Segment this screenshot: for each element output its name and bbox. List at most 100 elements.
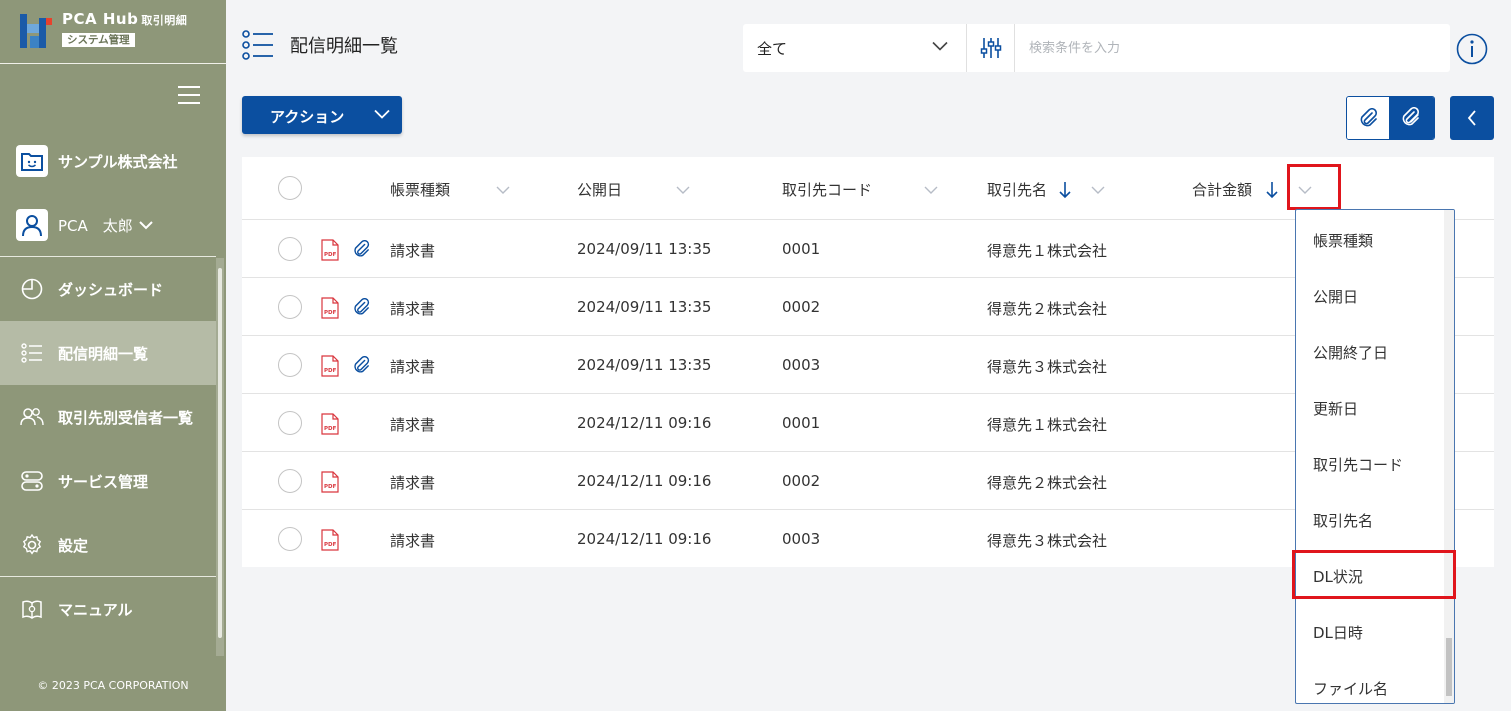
- dashboard-icon: [20, 277, 44, 301]
- dropdown-item[interactable]: 公開終了日: [1296, 324, 1444, 380]
- chevron-down-icon[interactable]: [496, 186, 510, 194]
- sidebar-item-delivery-list[interactable]: 配信明細一覧: [0, 321, 216, 385]
- company-selector[interactable]: サンプル株式会社: [16, 144, 178, 178]
- pdf-icon[interactable]: PDF: [321, 239, 339, 261]
- chevron-down-icon: [139, 221, 153, 230]
- logo[interactable]: PCA Hub 取引明細 システム管理: [0, 0, 226, 64]
- cell-code: 0002: [782, 298, 821, 316]
- info-icon[interactable]: [1456, 33, 1488, 65]
- cell-date: 2024/12/11 09:16: [577, 530, 712, 548]
- cell-type: 請求書: [390, 358, 436, 376]
- dropdown-item[interactable]: 帳票種類: [1296, 212, 1444, 268]
- arrow-down-icon[interactable]: [1059, 181, 1071, 199]
- attachment-toggle-button[interactable]: [1347, 97, 1389, 139]
- filter-settings-button[interactable]: [967, 24, 1015, 72]
- service-icon: [20, 469, 44, 493]
- logo-title: PCA Hub 取引明細: [62, 10, 188, 28]
- user-avatar-icon: [16, 209, 48, 241]
- sidebar-item-manual[interactable]: マニュアル: [0, 577, 216, 641]
- manual-icon: [20, 597, 44, 621]
- arrow-down-icon[interactable]: [1266, 181, 1278, 199]
- page-title: 配信明細一覧: [290, 36, 398, 57]
- row-checkbox[interactable]: [278, 353, 302, 377]
- pdf-icon[interactable]: PDF: [321, 471, 339, 493]
- chevron-left-icon: [1467, 110, 1476, 126]
- cell-code: 0003: [782, 530, 821, 548]
- chevron-down-icon: [932, 41, 948, 51]
- cell-type: 請求書: [390, 300, 436, 318]
- dropdown-item[interactable]: 取引先コード: [1296, 436, 1444, 492]
- sidebar-item-settings[interactable]: 設定: [0, 513, 216, 577]
- cell-type: 請求書: [390, 474, 436, 492]
- highlight-dl-status: [1292, 550, 1456, 599]
- column-header-label: 取引先コード: [782, 181, 873, 199]
- pdf-icon[interactable]: PDF: [321, 355, 339, 377]
- cell-date: 2024/09/11 13:35: [577, 356, 712, 374]
- cell-date: 2024/12/11 09:16: [577, 472, 712, 490]
- dropdown-item[interactable]: 公開日: [1296, 268, 1444, 324]
- row-checkbox[interactable]: [278, 527, 302, 551]
- chevron-down-icon[interactable]: [924, 186, 938, 194]
- sidebar-item-dashboard[interactable]: ダッシュボード: [0, 257, 216, 321]
- action-button-label: アクション: [270, 108, 345, 126]
- sidebar-scrollbar-thumb[interactable]: [218, 268, 222, 638]
- dropdown-item[interactable]: ファイル名: [1296, 660, 1444, 703]
- dropdown-item[interactable]: DL日時: [1296, 604, 1444, 660]
- list-icon: [20, 341, 44, 365]
- column-header-code[interactable]: 取引先コード: [782, 179, 938, 200]
- column-header-name[interactable]: 取引先名: [987, 179, 1105, 200]
- sidebar-item-label: マニュアル: [58, 600, 133, 619]
- cell-type: 請求書: [390, 532, 436, 550]
- column-header-label: 取引先名: [987, 181, 1048, 199]
- row-checkbox[interactable]: [278, 237, 302, 261]
- company-folder-icon: [16, 145, 48, 177]
- svg-text:PDF: PDF: [324, 310, 337, 316]
- chevron-down-icon[interactable]: [1091, 186, 1105, 194]
- sidebar-item-service[interactable]: サービス管理: [0, 449, 216, 513]
- select-all-checkbox[interactable]: [278, 176, 302, 200]
- copyright: © 2023 PCA CORPORATION: [37, 679, 189, 692]
- column-header-date[interactable]: 公開日: [577, 179, 690, 200]
- collapse-panel-button[interactable]: [1450, 96, 1494, 140]
- dropdown-scrollbar[interactable]: [1444, 210, 1454, 703]
- chevron-down-icon: [374, 109, 390, 119]
- dropdown-scrollbar-thumb[interactable]: [1446, 638, 1452, 696]
- filter-select[interactable]: 全て: [743, 24, 967, 72]
- chevron-down-icon[interactable]: [676, 186, 690, 194]
- multi-attachment-toggle-button[interactable]: [1388, 97, 1434, 139]
- pdf-icon[interactable]: PDF: [321, 413, 339, 435]
- sidebar-item-label: 配信明細一覧: [58, 344, 149, 363]
- column-header-type[interactable]: 帳票種類: [390, 179, 510, 200]
- paperclip-icon[interactable]: [352, 240, 370, 258]
- logo-badge: システム管理: [62, 33, 135, 47]
- dropdown-item[interactable]: 更新日: [1296, 380, 1444, 436]
- pdf-icon[interactable]: PDF: [321, 297, 339, 319]
- row-checkbox[interactable]: [278, 469, 302, 493]
- dropdown-item[interactable]: 取引先名: [1296, 492, 1444, 548]
- sidebar-item-label: 取引先別受信者一覧: [58, 408, 194, 427]
- cell-code: 0003: [782, 356, 821, 374]
- row-checkbox[interactable]: [278, 411, 302, 435]
- cell-name: 得意先２株式会社: [987, 474, 1108, 492]
- paperclip-icon[interactable]: [352, 356, 370, 374]
- svg-text:PDF: PDF: [324, 426, 337, 432]
- svg-text:PDF: PDF: [324, 542, 337, 548]
- action-button[interactable]: アクション: [242, 96, 402, 134]
- cell-type: 請求書: [390, 416, 436, 434]
- sidebar-item-recipients[interactable]: 取引先別受信者一覧: [0, 385, 216, 449]
- sidebar-item-label: 設定: [58, 536, 89, 555]
- filter-selected-value: 全て: [757, 39, 788, 58]
- paperclip-multi-icon: [1402, 107, 1420, 126]
- paperclip-icon: [1360, 108, 1377, 127]
- column-header-label: 帳票種類: [390, 181, 451, 199]
- search-bar: 全て: [743, 24, 1450, 72]
- hamburger-menu-icon[interactable]: [178, 86, 200, 104]
- row-checkbox[interactable]: [278, 295, 302, 319]
- user-menu[interactable]: PCA 太郎: [16, 208, 153, 242]
- paperclip-icon[interactable]: [352, 298, 370, 316]
- gear-icon: [20, 533, 44, 557]
- search-input[interactable]: [1016, 24, 1450, 72]
- cell-date: 2024/12/11 09:16: [577, 414, 712, 432]
- pdf-icon[interactable]: PDF: [321, 529, 339, 551]
- sliders-icon: [980, 38, 1001, 58]
